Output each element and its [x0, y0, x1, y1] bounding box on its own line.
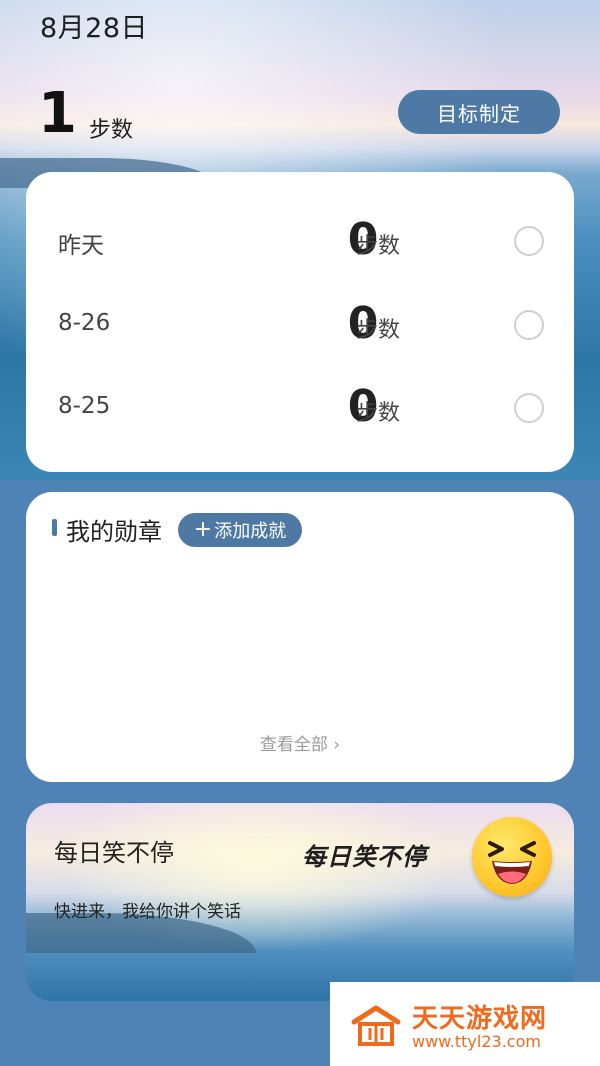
today-steps: 1 步数 — [38, 81, 133, 146]
steps-history-card: 昨天 0 步数 8-26 0 步数 8-25 0 步数 — [26, 172, 574, 472]
jokes-subtitle: 快进来，我给你讲个笑话 — [54, 902, 241, 922]
add-achievement-label: 添加成就 — [214, 521, 287, 542]
history-steps-unit: 步数 — [356, 401, 401, 426]
today-steps-value: 1 — [38, 81, 77, 146]
current-date: 8月28日 — [40, 13, 149, 44]
add-achievement-button[interactable]: + 添加成就 — [178, 513, 302, 547]
history-row[interactable]: 8-25 0 步数 — [26, 369, 574, 449]
daily-jokes-banner[interactable]: 每日笑不停 快进来，我给你讲个笑话 每日笑不停 — [26, 803, 574, 1001]
history-row[interactable]: 8-26 0 步数 — [26, 286, 574, 366]
jokes-title: 每日笑不停 — [54, 839, 174, 867]
history-steps-unit: 步数 — [356, 234, 401, 259]
section-accent-bar — [52, 519, 57, 536]
history-date-label: 8-25 — [58, 393, 111, 419]
history-date-label: 8-26 — [58, 310, 111, 336]
watermark-logo-icon — [351, 1005, 401, 1046]
history-date-label: 昨天 — [58, 233, 104, 259]
badges-title: 我的勋章 — [66, 518, 162, 546]
site-watermark: 天天游戏网 www.ttyl23.com — [330, 982, 600, 1066]
history-steps-unit: 步数 — [356, 318, 401, 343]
laughing-face-icon — [472, 817, 552, 897]
jokes-logo-text: 每日笑不停 — [302, 843, 427, 871]
goal-status-circle-icon — [514, 310, 544, 340]
today-steps-unit: 步数 — [88, 118, 133, 143]
view-all-link[interactable]: 查看全部 › — [26, 730, 574, 755]
history-row[interactable]: 昨天 0 步数 — [26, 202, 574, 282]
goal-status-circle-icon — [514, 226, 544, 256]
goal-setting-button[interactable]: 目标制定 — [398, 90, 560, 134]
goal-status-circle-icon — [514, 393, 544, 423]
watermark-url: www.ttyl23.com — [412, 1032, 541, 1051]
my-badges-card: 我的勋章 + 添加成就 查看全部 › — [26, 492, 574, 782]
watermark-title: 天天游戏网 — [412, 1004, 548, 1034]
plus-icon: + — [193, 517, 213, 542]
